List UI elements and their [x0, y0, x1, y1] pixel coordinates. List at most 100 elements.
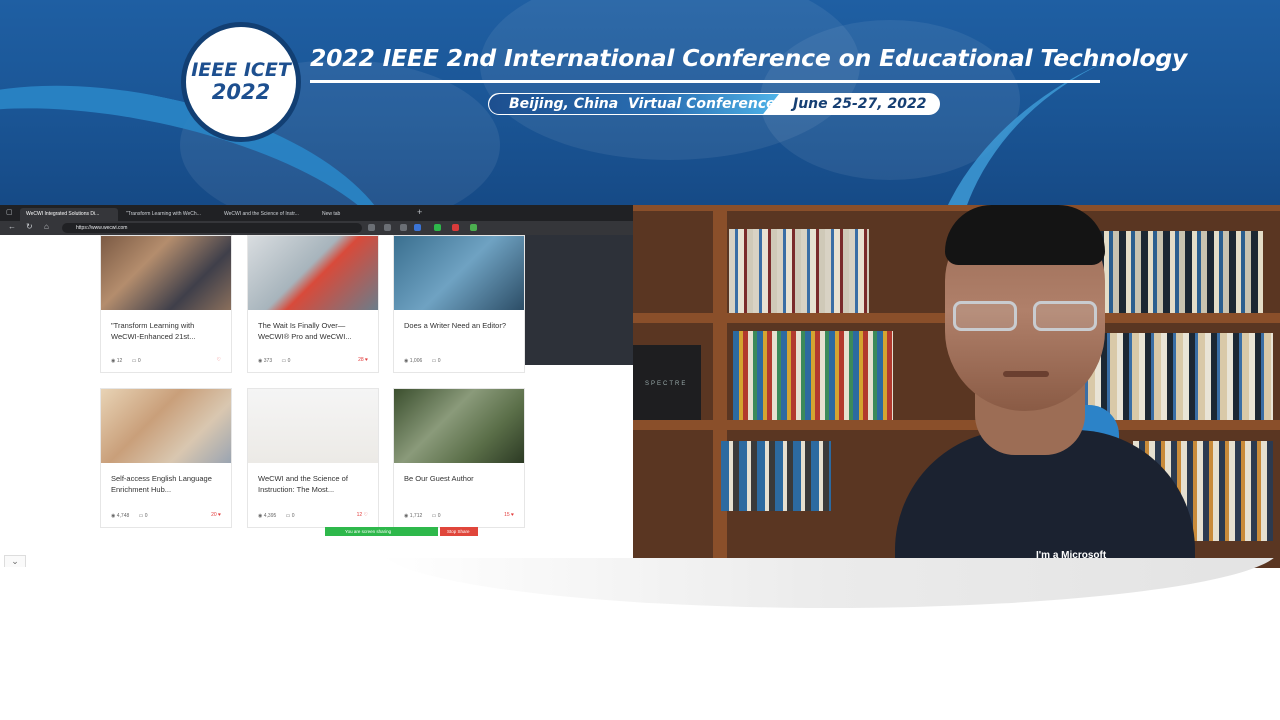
- views-icon: ◉: [258, 513, 263, 519]
- post-title[interactable]: Does a Writer Need an Editor?: [394, 310, 524, 344]
- glasses: [953, 301, 1099, 331]
- post-title[interactable]: The Wait Is Finally Over—WeCWI® Pro and …: [248, 310, 378, 344]
- glasses-lens: [953, 301, 1017, 331]
- views-icon: ◉: [258, 358, 263, 364]
- logo-text-line2: 2022: [211, 79, 271, 104]
- swoosh-curve: [380, 558, 1280, 608]
- comment-count: 0: [137, 358, 141, 364]
- post-stats: ◉ 4,748 ▭ 0 20 ♥: [111, 512, 221, 519]
- tab-label: "Transform Learning with WeCh...: [126, 211, 201, 217]
- views-icon: ◉: [111, 513, 116, 519]
- hair: [945, 205, 1105, 265]
- comment-count: 0: [437, 513, 441, 519]
- post-title[interactable]: Be Our Guest Author: [394, 463, 524, 497]
- conference-title: 2022 IEEE 2nd International Conference o…: [310, 44, 1188, 72]
- view-count: 4,748: [116, 513, 130, 519]
- extension-icon[interactable]: [400, 224, 407, 231]
- conference-location: Beijing, China: [509, 96, 619, 112]
- extension-icon[interactable]: [452, 224, 459, 231]
- back-icon[interactable]: ←: [8, 222, 16, 231]
- stop-share-button[interactable]: Stop Share: [440, 527, 478, 536]
- comment-count: 0: [437, 358, 441, 364]
- heart-icon: ♥: [511, 512, 514, 518]
- extension-icon[interactable]: [470, 224, 477, 231]
- comment-count: 0: [287, 358, 291, 364]
- conference-info-pill: Beijing, China Virtual Conference June 2…: [488, 93, 940, 115]
- extension-icon[interactable]: [384, 224, 391, 231]
- post-card[interactable]: Be Our Guest Author ◉ 1,712 ▭ 0 15 ♥: [393, 388, 525, 528]
- post-stats: ◉ 373 ▭ 0 28 ♥: [258, 357, 368, 364]
- title-divider: [310, 80, 1100, 83]
- post-stats: ◉ 1,006 ▭ 0: [404, 358, 514, 364]
- like-count: 20: [211, 512, 217, 518]
- view-count: 12: [116, 358, 123, 364]
- tab-label: WeCWI and the Science of Instr...: [224, 211, 299, 217]
- post-stats: ◉ 1,712 ▭ 0 15 ♥: [404, 512, 514, 519]
- screen-sharing-bar: You are screen sharing Stop Share: [325, 527, 478, 536]
- reload-icon[interactable]: ↻: [26, 222, 33, 231]
- tab-label: New tab: [322, 211, 341, 217]
- heart-icon: ♥: [365, 357, 368, 363]
- books: [729, 229, 869, 313]
- views-icon: ◉: [404, 513, 409, 519]
- post-image: [101, 389, 231, 463]
- post-title[interactable]: Self-access English Language Enrichment …: [101, 463, 231, 497]
- like-button[interactable]: 20 ♥: [211, 512, 221, 518]
- post-card[interactable]: Self-access English Language Enrichment …: [100, 388, 232, 528]
- browser-tab[interactable]: WeCWI and the Science of Instr...: [218, 208, 314, 221]
- conference-dates: June 25-27, 2022: [793, 96, 927, 112]
- like-count: 28: [358, 357, 364, 363]
- post-card[interactable]: "Transform Learning with WeCWI-Enhanced …: [100, 235, 232, 373]
- post-image: [101, 236, 231, 310]
- extension-icon[interactable]: [368, 224, 375, 231]
- mouth: [1003, 371, 1049, 377]
- sharing-status: You are screen sharing: [325, 527, 438, 536]
- browser-tab-bar: ▢ WeCWI Integrated Solutions Di... "Tran…: [0, 205, 633, 221]
- screen-share-panel: ▢ WeCWI Integrated Solutions Di... "Tran…: [0, 205, 633, 568]
- browser-tab[interactable]: WeCWI Integrated Solutions Di...: [20, 208, 118, 221]
- comment-icon: ▭: [285, 513, 291, 519]
- address-bar[interactable]: https://www.wecwi.com: [62, 223, 362, 233]
- bookshelf: [713, 205, 727, 568]
- post-image: [248, 236, 378, 310]
- glasses-lens: [1033, 301, 1097, 331]
- view-count: 4,395: [263, 513, 277, 519]
- post-title[interactable]: WeCWI and the Science of Instruction: Th…: [248, 463, 378, 497]
- comment-icon: ▭: [131, 358, 137, 364]
- post-card[interactable]: WeCWI and the Science of Instruction: Th…: [247, 388, 379, 528]
- tab-search-icon[interactable]: ▢: [6, 208, 13, 216]
- view-count: 373: [263, 358, 273, 364]
- like-button[interactable]: 15 ♥: [504, 512, 514, 518]
- post-card[interactable]: Does a Writer Need an Editor? ◉ 1,006 ▭ …: [393, 235, 525, 373]
- new-tab-icon[interactable]: +: [417, 207, 422, 217]
- comment-count: 0: [291, 513, 295, 519]
- browser-tab[interactable]: New tab: [316, 208, 414, 221]
- conference-banner: IEEE ICET 2022 2022 IEEE 2nd Internation…: [0, 0, 1280, 205]
- post-card[interactable]: The Wait Is Finally Over—WeCWI® Pro and …: [247, 235, 379, 373]
- logo-text-line1: IEEE ICET: [191, 59, 291, 81]
- home-icon[interactable]: ⌂: [44, 222, 49, 231]
- view-count: 1,712: [409, 513, 423, 519]
- device-label: SPECTRE: [645, 381, 688, 387]
- browser-tab[interactable]: "Transform Learning with WeCh...: [120, 208, 216, 221]
- post-stats: ◉ 12 ▭ 0 ♡: [111, 357, 221, 364]
- star-icon[interactable]: [414, 224, 421, 231]
- like-button[interactable]: ♡: [217, 357, 221, 363]
- post-title[interactable]: "Transform Learning with WeCWI-Enhanced …: [101, 310, 231, 344]
- views-icon: ◉: [404, 358, 409, 364]
- heart-icon: ♥: [218, 512, 221, 518]
- speaker-person: [855, 205, 1195, 568]
- view-count: 1,006: [409, 358, 423, 364]
- post-image: [248, 389, 378, 463]
- like-button[interactable]: 28 ♥: [358, 357, 368, 363]
- comment-icon: ▭: [431, 358, 437, 364]
- views-icon: ◉: [111, 358, 116, 364]
- like-button[interactable]: 12 ♡: [357, 512, 368, 518]
- comment-icon: ▭: [281, 358, 287, 364]
- tab-label: WeCWI Integrated Solutions Di...: [26, 211, 100, 217]
- like-count: 15: [504, 512, 510, 518]
- post-image: [394, 389, 524, 463]
- speaker-video: SPECTRE I'm a Microsoft: [633, 205, 1280, 568]
- heart-outline-icon: ♡: [216, 357, 221, 363]
- extension-icon[interactable]: [434, 224, 441, 231]
